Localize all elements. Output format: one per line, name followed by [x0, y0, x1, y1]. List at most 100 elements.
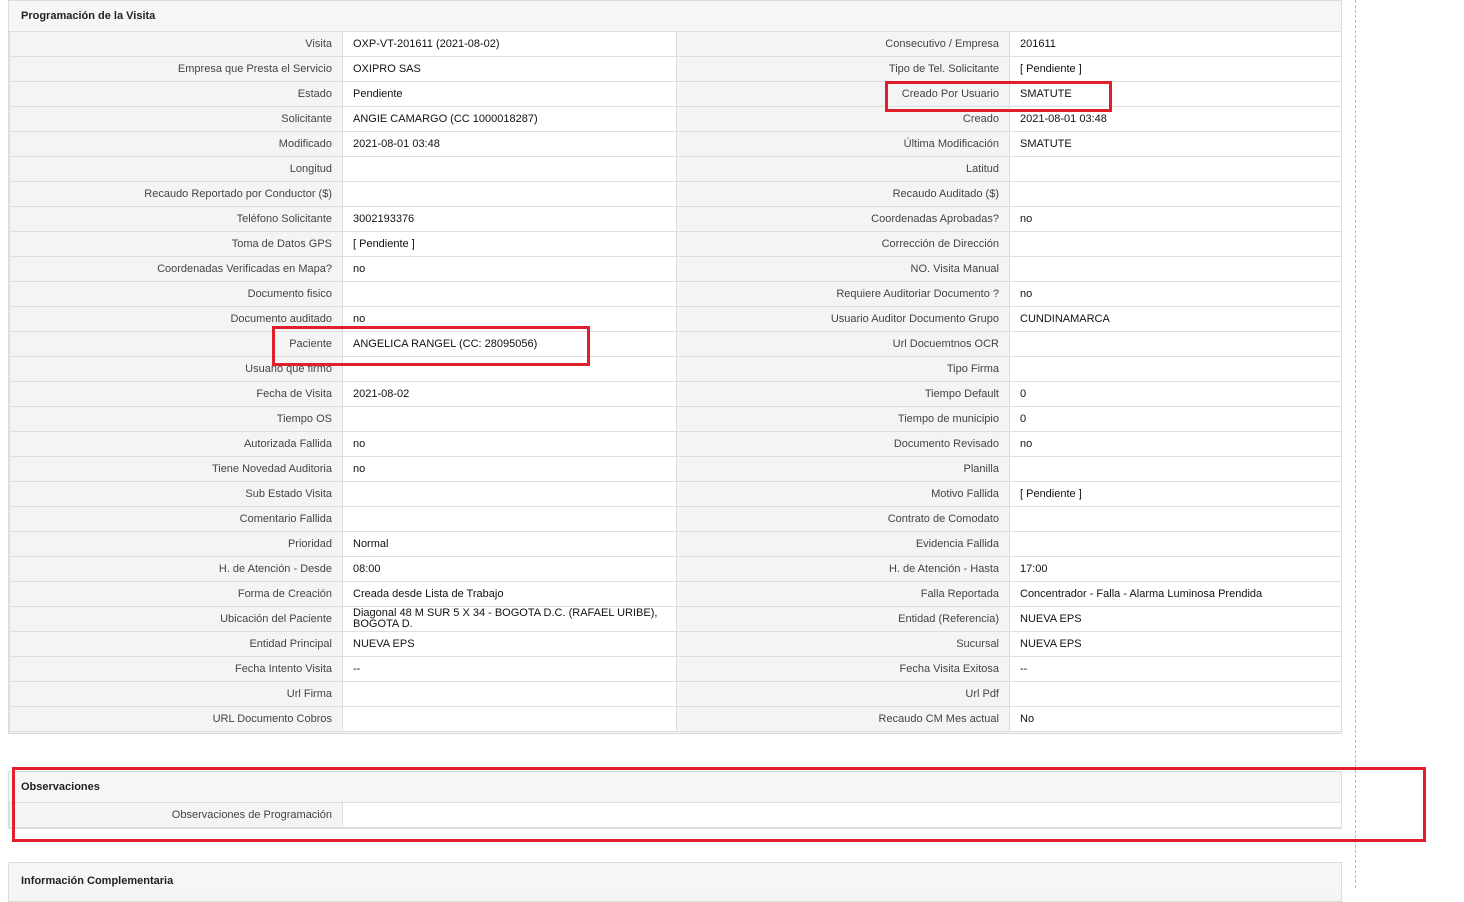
coordenadas-aprobadas-value: no: [1009, 206, 1342, 232]
url-firma-value: [342, 681, 677, 707]
table-row: Sub Estado Visita Motivo Fallida[ Pendien…: [9, 481, 1342, 507]
documento-revisado-label: Documento Revisado: [676, 431, 1010, 457]
section-title-complementaria: Información Complementaria: [9, 863, 1341, 893]
creado-label: Creado: [676, 106, 1010, 132]
panel-divider: [1355, 0, 1356, 888]
table-row: Documento auditado no Usuario Auditor Doc…: [9, 306, 1342, 332]
observaciones-table: Observaciones de Programación: [9, 802, 1342, 828]
correccion-de-direccion-label: Corrección de Dirección: [676, 231, 1010, 257]
falla-reportada-value: Concentrador - Falla - Alarma Luminosa P…: [1009, 581, 1342, 607]
forma-de-creacion-value: Creada desde Lista de Trabajo: [342, 581, 677, 607]
table-row: Coordenadas Verificadas en Mapa? no NO. V…: [9, 256, 1342, 282]
tiene-novedad-auditoria-label: Tiene Novedad Auditoria: [9, 456, 343, 482]
table-row: Tiempo OS Tiempo de municipio 0: [9, 406, 1342, 432]
usuario-auditor-documento-grupo-label: Usuario Auditor Documento Grupo: [676, 306, 1010, 332]
page: Programación de la Visita Visita OXP-VT-2…: [0, 0, 1464, 902]
falla-reportada-label: Falla Reportada: [676, 581, 1010, 607]
autorizada-fallida-value: no: [342, 431, 677, 457]
fecha-visita-exitosa-value: --: [1009, 656, 1342, 682]
evidencia-fallida-value: [1009, 531, 1342, 557]
table-row: Longitud Latitud: [9, 156, 1342, 182]
table-row: Solicitante ANGIE CAMARGO (CC 1000018287)…: [9, 106, 1342, 132]
creado-value: 2021-08-01 03:48: [1009, 106, 1342, 132]
fecha-intento-visita-value: --: [342, 656, 677, 682]
longitud-label: Longitud: [9, 156, 343, 182]
section-title-observaciones: Observaciones: [9, 772, 1341, 802]
requiere-auditoriar-documento-label: Requiere Auditoriar Documento ?: [676, 281, 1010, 307]
prioridad-label: Prioridad: [9, 531, 343, 557]
coordenadas-verificadas-en-mapa-label: Coordenadas Verificadas en Mapa?: [9, 256, 343, 282]
table-row: Documento fisico Requiere Auditoriar Docu…: [9, 281, 1342, 307]
url-docuemtnos-ocr-value: [1009, 331, 1342, 357]
toma-de-datos-gps-value: [ Pendiente ]: [342, 231, 677, 257]
consecutivo-empresa-value: 201611: [1009, 31, 1342, 57]
telefono-solicitante-value: 3002193376: [342, 206, 677, 232]
modificado-value: 2021-08-01 03:48: [342, 131, 677, 157]
url-pdf-label: Url Pdf: [676, 681, 1010, 707]
table-row: Fecha Intento Visita -- Fecha Visita Exit…: [9, 656, 1342, 682]
documento-auditado-label: Documento auditado: [9, 306, 343, 332]
tiempo-default-label: Tiempo Default: [676, 381, 1010, 407]
estado-value: Pendiente: [342, 81, 677, 107]
table-row: URL Documento Cobros Recaudo CM Mes actua…: [9, 706, 1342, 732]
latitud-value: [1009, 156, 1342, 182]
forma-de-creacion-label: Forma de Creación: [9, 581, 343, 607]
recaudo-reportado-por-conductor-label: Recaudo Reportado por Conductor ($): [9, 181, 343, 207]
evidencia-fallida-label: Evidencia Fallida: [676, 531, 1010, 557]
tipo-de-tel-solicitante-value: [ Pendiente ]: [1009, 56, 1342, 82]
url-pdf-value: [1009, 681, 1342, 707]
section-programacion: Programación de la Visita Visita OXP-VT-2…: [8, 0, 1342, 734]
paciente-value: ANGELICA RANGEL (CC: 28095056): [342, 331, 677, 357]
documento-fisico-value: [342, 281, 677, 307]
h-de-atencion-desde-value: 08:00: [342, 556, 677, 582]
telefono-solicitante-label: Teléfono Solicitante: [9, 206, 343, 232]
ultima-modificacion-label: Última Modificación: [676, 131, 1010, 157]
comentario-fallida-value: [342, 506, 677, 532]
table-row: Paciente ANGELICA RANGEL (CC: 28095056) Ur…: [9, 331, 1342, 357]
entidad-referencia-label: Entidad (Referencia): [676, 606, 1010, 632]
coordenadas-verificadas-en-mapa-value: no: [342, 256, 677, 282]
fecha-intento-visita-label: Fecha Intento Visita: [9, 656, 343, 682]
prioridad-value: Normal: [342, 531, 677, 557]
empresa-que-presta-el-servicio-label: Empresa que Presta el Servicio: [9, 56, 343, 82]
table-row: Comentario Fallida Contrato de Comodato: [9, 506, 1342, 532]
observaciones-label: Observaciones de Programación: [9, 802, 343, 828]
entidad-referencia-value: NUEVA EPS: [1009, 606, 1342, 632]
sucursal-label: Sucursal: [676, 631, 1010, 657]
tiempo-de-municipio-label: Tiempo de municipio: [676, 406, 1010, 432]
table-row: Prioridad Normal Evidencia Fallida: [9, 531, 1342, 557]
url-documento-cobros-value: [342, 706, 677, 732]
entidad-principal-label: Entidad Principal: [9, 631, 343, 657]
toma-de-datos-gps-label: Toma de Datos GPS: [9, 231, 343, 257]
tiempo-os-value: [342, 406, 677, 432]
recaudo-cm-mes-actual-label: Recaudo CM Mes actual: [676, 706, 1010, 732]
h-de-atencion-hasta-value: 17:00: [1009, 556, 1342, 582]
table-row: Observaciones de Programación: [9, 802, 1342, 828]
url-docuemtnos-ocr-label: Url Docuemtnos OCR: [676, 331, 1010, 357]
contrato-de-comodato-value: [1009, 506, 1342, 532]
fecha-visita-exitosa-label: Fecha Visita Exitosa: [676, 656, 1010, 682]
correccion-de-direccion-value: [1009, 231, 1342, 257]
estado-label: Estado: [9, 81, 343, 107]
documento-revisado-value: no: [1009, 431, 1342, 457]
table-row: Empresa que Presta el Servicio OXIPRO SAS…: [9, 56, 1342, 82]
visita-label: Visita: [9, 31, 343, 57]
sucursal-value: NUEVA EPS: [1009, 631, 1342, 657]
ultima-modificacion-value: SMATUTE: [1009, 131, 1342, 157]
table-row: Ubicación del Paciente Diagonal 48 M SUR …: [9, 606, 1342, 632]
paciente-label: Paciente: [9, 331, 343, 357]
motivo-fallida-label: Motivo Fallida: [676, 481, 1010, 507]
documento-auditado-value: no: [342, 306, 677, 332]
planilla-label: Planilla: [676, 456, 1010, 482]
recaudo-auditado-value: [1009, 181, 1342, 207]
url-documento-cobros-label: URL Documento Cobros: [9, 706, 343, 732]
tipo-firma-label: Tipo Firma: [676, 356, 1010, 382]
table-row: H. de Atención - Desde 08:00 H. de Atenció…: [9, 556, 1342, 582]
table-row: Tiene Novedad Auditoria no Planilla: [9, 456, 1342, 482]
ubicacion-del-paciente-value: Diagonal 48 M SUR 5 X 34 - BOGOTA D.C. (…: [342, 606, 677, 632]
longitud-value: [342, 156, 677, 182]
no-visita-manual-value: [1009, 256, 1342, 282]
tiene-novedad-auditoria-value: no: [342, 456, 677, 482]
sub-estado-visita-value: [342, 481, 677, 507]
table-row: Recaudo Reportado por Conductor ($) Recau…: [9, 181, 1342, 207]
